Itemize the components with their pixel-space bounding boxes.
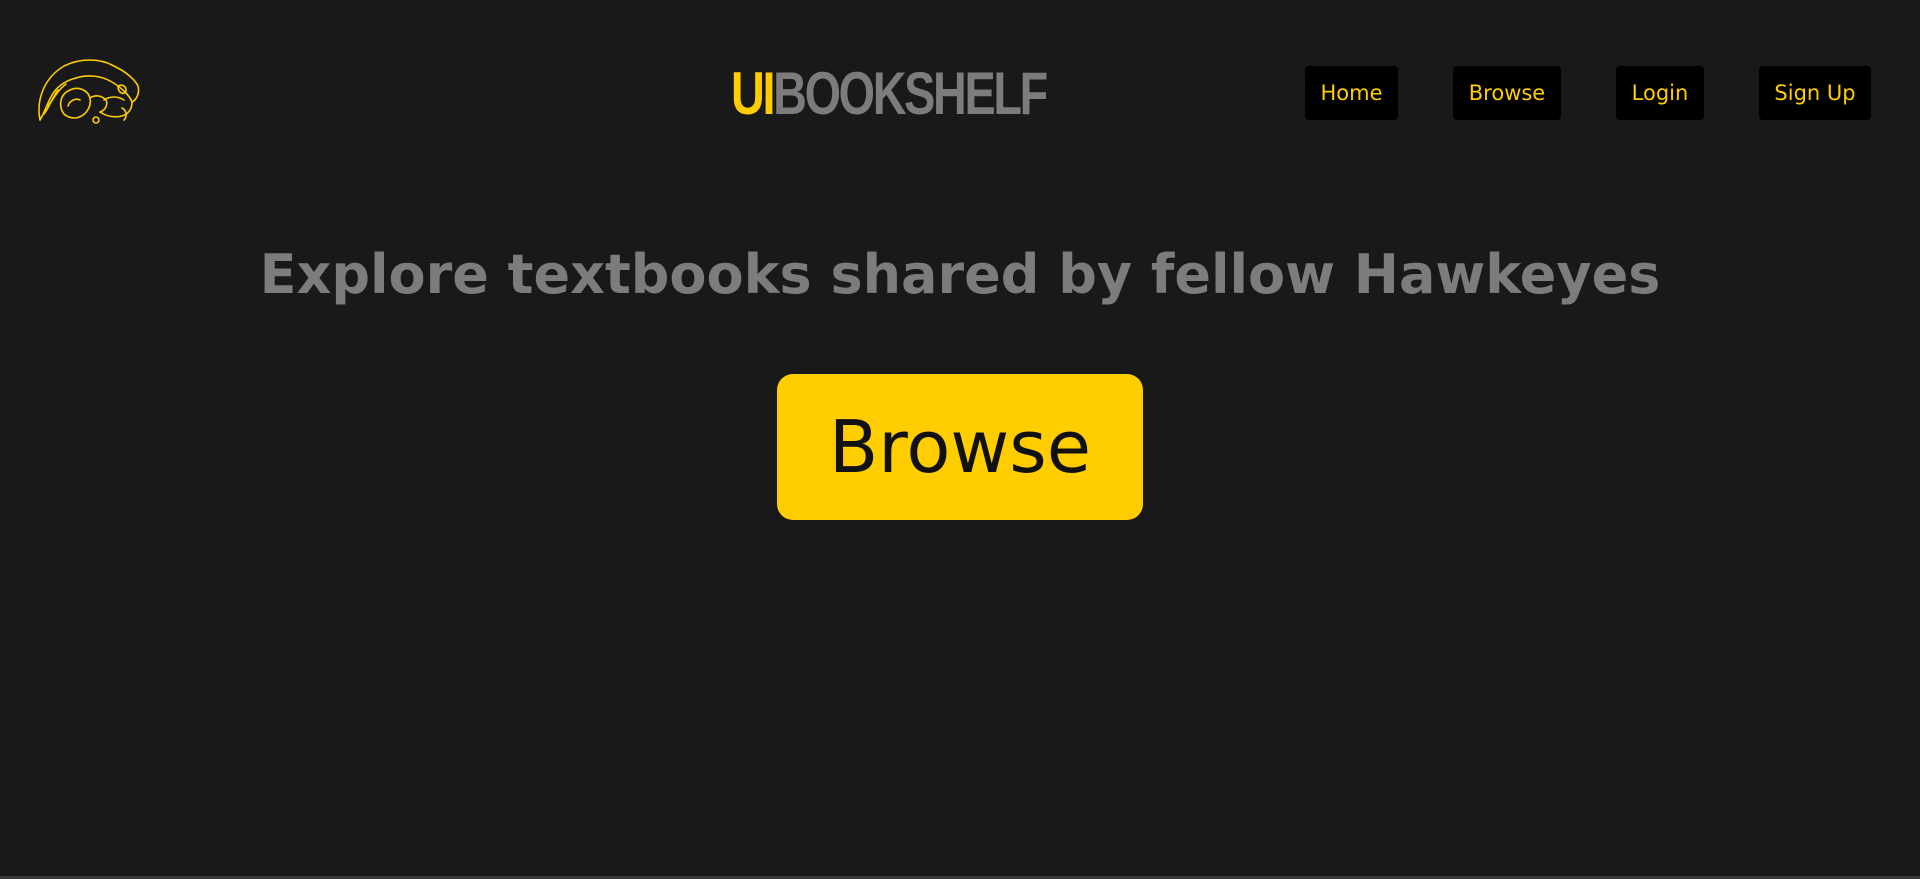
nav-login-button[interactable]: Login [1616,66,1704,120]
nav-signup-button[interactable]: Sign Up [1759,66,1871,120]
brand-bookshelf-text: BOOKSHELF [773,60,1048,127]
nav-browse-button[interactable]: Browse [1453,66,1561,120]
site-header: UIBOOKSHELF Home Browse Login Sign Up [0,0,1920,190]
hawkeye-logo-icon[interactable] [34,56,142,130]
site-brand-logo[interactable]: UIBOOKSHELF [731,60,1048,127]
browse-cta-button[interactable]: Browse [777,374,1143,520]
nav-home-button[interactable]: Home [1305,66,1398,120]
hero-headline: Explore textbooks shared by fellow Hawke… [259,243,1661,306]
brand-ui-text: UI [731,60,775,127]
